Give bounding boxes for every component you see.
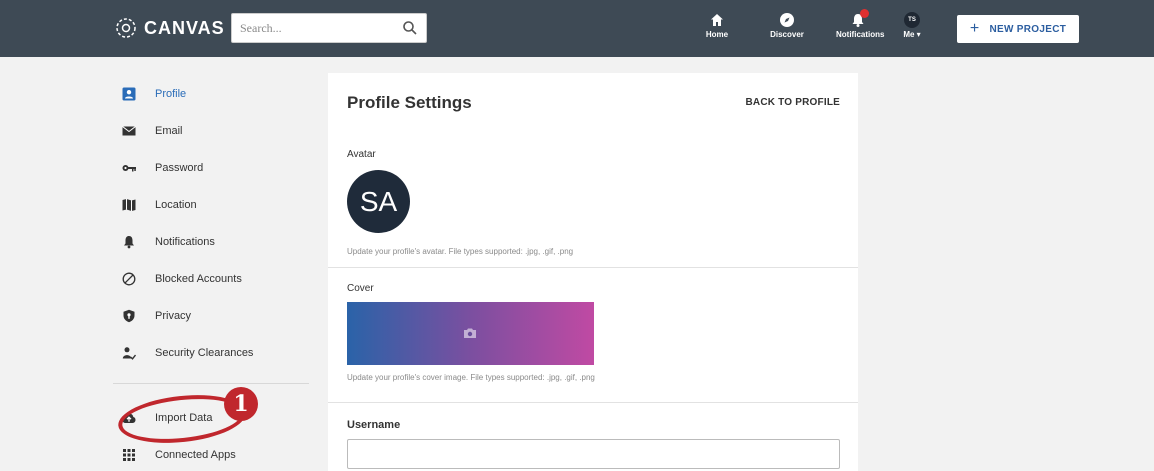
sidebar-item-label: Connected Apps	[155, 449, 236, 461]
blocked-icon	[122, 272, 136, 286]
brand[interactable]: CANVAS	[114, 14, 225, 42]
user-clearance-icon	[122, 347, 136, 360]
map-icon	[122, 199, 136, 211]
avatar-label: Avatar	[347, 149, 376, 160]
notification-dot	[860, 9, 869, 18]
sidebar-item-label: Email	[155, 125, 183, 137]
envelope-icon	[122, 126, 136, 136]
canvas-logo-icon	[116, 18, 136, 38]
sidebar-item-label: Privacy	[155, 310, 192, 322]
sidebar-item-label: Location	[155, 199, 197, 211]
top-navigation-bar: CANVAS Home Discover Notifications TS M	[0, 0, 1154, 57]
brand-name: CANVAS	[144, 17, 225, 38]
username-label: Username	[347, 419, 401, 431]
annotation-number-badge: 1	[224, 387, 258, 421]
cover-image[interactable]	[347, 302, 594, 365]
key-icon	[122, 165, 136, 172]
avatar-help-text: Update your profile's avatar. File types…	[347, 247, 574, 256]
search-icon[interactable]	[402, 20, 418, 36]
sidebar-item-notifications[interactable]: Notifications	[122, 232, 312, 252]
grid-icon	[123, 449, 135, 461]
chevron-down-icon: ▾	[916, 30, 921, 39]
nav-me-label: Me	[903, 30, 915, 39]
sidebar-item-email[interactable]: Email	[122, 121, 312, 141]
back-to-profile-link[interactable]: BACK TO PROFILE	[746, 97, 840, 108]
avatar: TS	[904, 12, 920, 28]
sidebar-item-profile[interactable]: Profile	[122, 84, 312, 104]
sidebar-item-location[interactable]: Location	[122, 195, 312, 215]
sidebar-item-connected-apps[interactable]: Connected Apps	[122, 445, 312, 465]
avatar[interactable]: SA	[347, 170, 410, 233]
home-icon	[711, 14, 723, 26]
nav-me[interactable]: TS Me ▾	[899, 12, 925, 46]
new-project-label: NEW PROJECT	[989, 23, 1067, 35]
sidebar-item-security-clearances[interactable]: Security Clearances	[122, 343, 312, 363]
sidebar-item-label: Notifications	[155, 236, 215, 248]
nav-discover[interactable]: Discover	[769, 12, 805, 46]
nav-notifications[interactable]: Notifications	[836, 9, 885, 46]
sidebar-divider	[113, 383, 309, 384]
shield-icon	[123, 309, 135, 323]
search-input[interactable]	[232, 14, 392, 42]
profile-settings-card: Profile Settings BACK TO PROFILE Avatar …	[328, 73, 858, 471]
cover-help-text: Update your profile's cover image. File …	[347, 373, 595, 382]
search-box	[231, 13, 427, 43]
page-title: Profile Settings	[347, 93, 472, 112]
nav-discover-label: Discover	[770, 30, 804, 39]
nav-me-label-wrap: Me ▾	[899, 30, 925, 39]
sidebar-item-label: Security Clearances	[155, 347, 254, 359]
bell-icon	[124, 236, 134, 249]
profile-icon	[122, 87, 136, 101]
compass-icon	[780, 13, 794, 27]
username-field[interactable]	[347, 439, 840, 469]
section-divider	[328, 402, 858, 403]
sidebar-item-password[interactable]: Password	[122, 158, 312, 178]
sidebar-item-label: Profile	[155, 88, 187, 100]
sidebar-item-label: Blocked Accounts	[155, 273, 242, 285]
section-divider	[328, 267, 858, 268]
plus-icon: +	[969, 20, 980, 37]
sidebar-item-blocked-accounts[interactable]: Blocked Accounts	[122, 269, 312, 289]
nav-home[interactable]: Home	[702, 12, 732, 46]
cover-label: Cover	[347, 283, 374, 294]
sidebar-item-privacy[interactable]: Privacy	[122, 306, 312, 326]
sidebar-item-label: Password	[155, 162, 204, 174]
new-project-button[interactable]: + NEW PROJECT	[957, 15, 1079, 43]
camera-icon	[464, 328, 476, 338]
nav-home-label: Home	[705, 30, 729, 39]
nav-notifications-label: Notifications	[836, 30, 885, 39]
